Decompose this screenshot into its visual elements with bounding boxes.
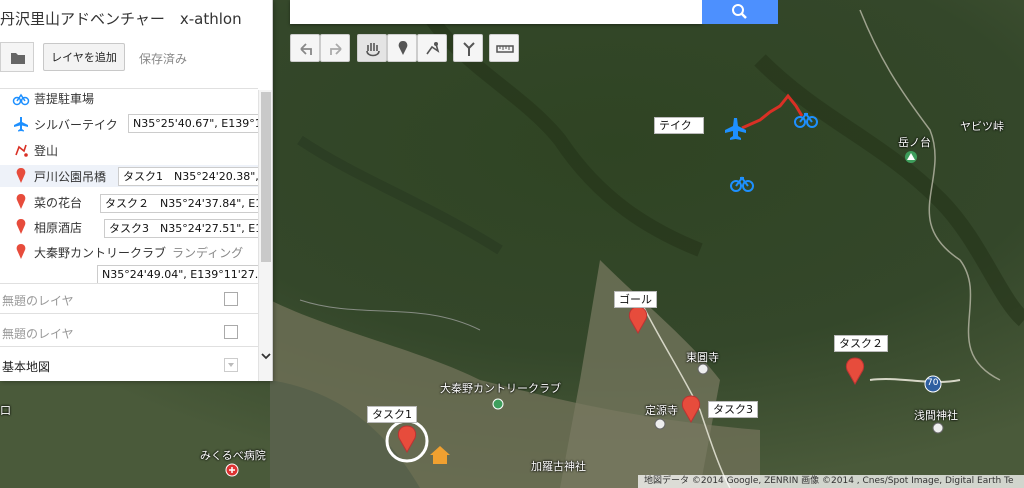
layer-visibility-checkbox[interactable] (224, 292, 238, 306)
cyclist-icon[interactable] (730, 176, 754, 192)
marker-icon (398, 41, 408, 55)
folder-icon (11, 53, 25, 64)
place-label-mikurube: みくるべ病院 (200, 449, 266, 462)
panel-scrollbar[interactable] (258, 90, 272, 381)
map-title[interactable]: 丹沢里山アドベンチャー x-athlon (0, 8, 242, 29)
undo-icon (300, 43, 312, 55)
cyclist-icon[interactable] (794, 112, 818, 128)
route-70-label: 70 (927, 378, 939, 388)
route-line-icon (15, 144, 28, 157)
basemap-title: 基本地図 (2, 360, 51, 374)
search-icon (732, 4, 747, 19)
item-label: 菩提駐車場 (34, 92, 95, 106)
coordinate-callout: タスク3 N35°24'27.51", E139°11'43.27" (104, 219, 272, 238)
item-label: 登山 (34, 144, 59, 158)
draw-line-button[interactable] (417, 34, 447, 62)
task2-marker[interactable] (845, 357, 865, 386)
basemap-dropdown[interactable] (224, 358, 238, 372)
folder-button[interactable] (0, 42, 34, 72)
list-item-climb[interactable]: 登山 (0, 139, 258, 161)
hospital-icon (225, 463, 239, 477)
directions-button[interactable] (453, 34, 483, 62)
add-layer-button[interactable]: レイヤを追加 (43, 43, 125, 71)
search-button[interactable] (702, 0, 778, 24)
layer-title: 無題のレイヤ (2, 327, 74, 341)
temple-icon (654, 363, 944, 434)
directions-icon (463, 42, 475, 56)
divider (0, 346, 258, 347)
place-label-toenji: 東圓寺 (686, 351, 719, 364)
layer-title: 無題のレイヤ (2, 294, 74, 308)
item-label: 菜の花台 (34, 196, 83, 210)
map-attribution: 地図データ ©2014 Google, ZENRIN 画像 ©2014 , Cn… (638, 475, 1024, 488)
home-icon[interactable] (430, 446, 450, 464)
cyclist-icon (12, 93, 30, 106)
marker-icon (16, 194, 26, 209)
airplane-icon (14, 117, 28, 132)
park-icon (492, 398, 504, 410)
item-description: ランディング (172, 246, 244, 260)
list-item-country-club[interactable]: 大秦野カントリークラブ ランディング (0, 241, 258, 263)
coordinate-callout: タスク２ N35°24'37.84", E139°12'34.06" (100, 194, 272, 213)
map-tag-take[interactable]: テイク (654, 117, 704, 134)
marker-icon (16, 168, 26, 183)
draw-line-icon (426, 42, 440, 55)
map-tag-task3[interactable]: タスク3 (708, 401, 758, 418)
place-label-country-club: 大秦野カントリークラブ (440, 382, 561, 395)
map-tag-goal[interactable]: ゴール (614, 291, 657, 308)
map-tag-task2[interactable]: タスク２ (834, 335, 888, 352)
hand-icon (366, 43, 380, 57)
coordinate-callout: N35°25'40.67", E139°11'54.40", 860m (128, 114, 272, 133)
task3-marker[interactable] (681, 395, 701, 424)
redo-icon (330, 43, 342, 55)
takeoff-airplane-icon[interactable] (725, 118, 746, 140)
goal-marker[interactable] (628, 306, 648, 335)
measure-button[interactable] (489, 34, 519, 62)
undo-button[interactable] (290, 34, 320, 62)
list-item-parking[interactable]: 菩提駐車場 (0, 87, 258, 109)
place-label-edge: 口 (0, 404, 11, 417)
mountain-icon (905, 151, 917, 163)
redo-button[interactable] (320, 34, 350, 62)
place-label-jogenji: 定源寺 (645, 404, 678, 417)
item-label: 大秦野カントリークラブ (34, 246, 167, 260)
pan-hand-button[interactable] (357, 34, 387, 62)
layer-header-untitled[interactable]: 無題のレイヤ (0, 316, 258, 348)
search-input[interactable] (290, 0, 702, 24)
place-label-asama: 浅間神社 (914, 409, 958, 422)
coordinate-callout: N35°24'49.04", E139°11'27.42", 307m (97, 265, 272, 284)
chevron-down-icon[interactable] (260, 350, 272, 362)
divider (0, 313, 258, 314)
basemap-header[interactable]: 基本地図 (0, 349, 258, 381)
item-label: 戸川公園吊橋 (34, 170, 107, 184)
coordinate-callout: タスク1 N35°24'20.38", E139°10'17.95" (118, 167, 272, 186)
item-label: 相原酒店 (34, 221, 83, 235)
add-marker-button[interactable] (387, 34, 417, 62)
marker-icon (16, 219, 26, 234)
scrollbar-thumb[interactable] (261, 92, 271, 262)
place-label-dakenodai: 岳ノ台 (898, 136, 931, 149)
map-tag-task1[interactable]: タスク1 (367, 406, 417, 423)
layers-panel: 丹沢里山アドベンチャー x-athlon レイヤを追加 保存済み 菩提駐車場 シ… (0, 0, 273, 381)
item-label: シルバーテイク (34, 118, 118, 132)
task1-marker[interactable] (397, 425, 417, 454)
ruler-icon (496, 45, 514, 53)
layer-header-untitled[interactable]: 無題のレイヤ (0, 283, 258, 315)
place-label-yabitsu: ヤビツ峠 (960, 120, 1004, 133)
dropdown-arrow-icon (228, 363, 234, 367)
place-label-kara: 加羅古神社 (531, 460, 586, 473)
layer-visibility-checkbox[interactable] (224, 325, 238, 339)
saved-status: 保存済み (139, 52, 188, 66)
marker-icon (16, 244, 26, 259)
